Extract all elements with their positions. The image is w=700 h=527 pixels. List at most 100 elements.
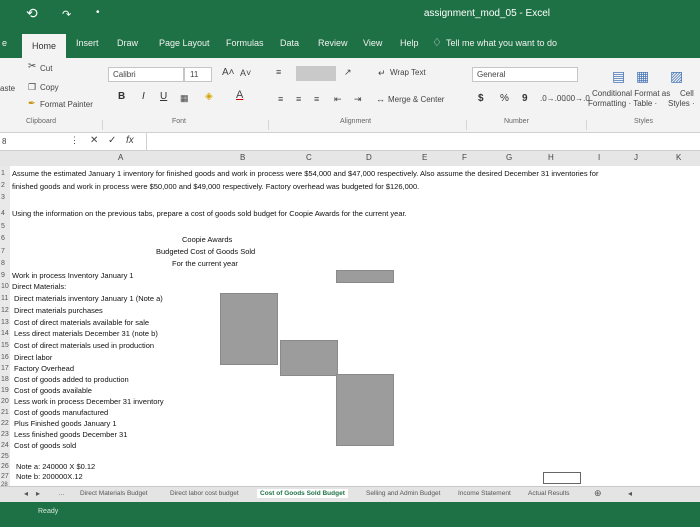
new-sheet-icon[interactable]: ⊕ [594,488,602,499]
scroll-tabs-left-icon[interactable]: ◂ [24,489,28,498]
horizontal-scroll-left-icon[interactable]: ◂ [628,489,632,498]
row-number[interactable]: 23 [1,431,9,438]
increase-indent-icon[interactable]: ⇥ [354,94,362,105]
save-icon[interactable]: ⟲ [26,5,38,22]
increase-decimal-icon[interactable]: .0→.00 [540,94,566,103]
row-number[interactable]: 9 [1,272,5,279]
shaded-cell-block[interactable] [280,340,338,376]
row-number[interactable]: 13 [1,319,9,326]
decrease-font-icon[interactable]: A˅ [240,68,251,78]
number-format-dropdown[interactable]: General [472,67,578,82]
row-number[interactable]: 17 [1,365,9,372]
tab-file[interactable]: e [2,38,7,48]
column-header[interactable]: F [462,153,467,162]
font-color-icon[interactable]: A [236,89,243,101]
cell-a19[interactable]: Cost of goods available [14,386,92,395]
cell-a18[interactable]: Cost of goods added to production [14,375,129,384]
copy-button[interactable]: Copy [40,83,59,92]
column-header[interactable]: J [634,153,638,162]
decrease-indent-icon[interactable]: ⇤ [334,94,342,105]
align-right-icon[interactable]: ≡ [314,94,319,104]
cell-a2[interactable]: finished goods and work in process were … [12,182,419,191]
row-number[interactable]: 7 [1,248,5,255]
tab-data[interactable]: Data [280,38,299,48]
fill-color-icon[interactable]: ◈ [205,91,213,102]
cell-a16[interactable]: Direct labor [14,353,52,362]
paste-button[interactable]: aste [0,84,15,93]
tab-formulas[interactable]: Formulas [226,38,264,48]
cell-styles-button[interactable]: Cell [680,89,694,98]
column-header[interactable]: A [118,153,123,162]
merge-center-button[interactable]: Merge & Center [388,95,444,104]
shaded-cell-block[interactable] [220,293,278,365]
more-tabs-icon[interactable]: … [58,490,65,497]
underline-button[interactable]: U [160,91,167,102]
row-number[interactable]: 15 [1,342,9,349]
cell-a24[interactable]: Cost of goods sold [14,441,76,450]
cell-a9[interactable]: Work in process Inventory January 1 [12,271,134,280]
column-header[interactable]: H [548,153,554,162]
tab-draw[interactable]: Draw [117,38,138,48]
align-left-icon[interactable]: ≡ [278,94,283,104]
cell-a12[interactable]: Direct materials purchases [14,306,103,315]
row-number[interactable]: 11 [1,295,8,302]
cell-period[interactable]: For the current year [172,259,238,268]
font-name-dropdown[interactable]: Calibri [108,67,184,82]
column-header[interactable]: B [240,153,245,162]
tab-help[interactable]: Help [400,38,419,48]
cancel-icon[interactable]: ✕ [90,135,98,146]
tab-insert[interactable]: Insert [76,38,99,48]
row-number[interactable]: 21 [1,409,9,416]
conditional-formatting-button[interactable]: Conditional Format as [592,89,670,98]
sheet-tab-direct-materials[interactable]: Direct Materials Budget [80,490,148,497]
tab-view[interactable]: View [363,38,382,48]
sheet-tab-cost-of-goods-sold[interactable]: Cost of Goods Sold Budget [257,489,348,498]
row-number[interactable]: 25 [1,453,9,460]
row-number[interactable]: 14 [1,330,9,337]
row-number[interactable]: 18 [1,376,9,383]
selected-cell[interactable] [543,472,581,484]
shaded-cell-block[interactable] [336,374,394,446]
cell-report-title[interactable]: Budgeted Cost of Goods Sold [156,247,255,256]
cell-a26[interactable]: Note a: 240000 X $0.12 [16,462,95,471]
increase-font-icon[interactable]: A˄ [222,67,235,78]
cell-a15[interactable]: Cost of direct materials used in product… [14,341,154,350]
row-number[interactable]: 4 [1,210,5,217]
row-number[interactable]: 27 [1,473,9,480]
bold-button[interactable]: B [118,91,125,102]
row-number[interactable]: 26 [1,463,9,470]
column-header[interactable]: E [422,153,427,162]
font-size-dropdown[interactable]: 11 [184,67,212,82]
sheet-tab-direct-labor[interactable]: Direct labor cost budget [170,490,239,497]
column-header[interactable]: K [676,153,681,162]
cell-a1[interactable]: Assume the estimated January 1 inventory… [12,169,598,178]
row-number[interactable]: 16 [1,354,9,361]
cell-a21[interactable]: Cost of goods manufactured [14,408,108,417]
sheet-tab-actual-results[interactable]: Actual Results [528,490,570,497]
cell-company-name[interactable]: Coopie Awards [182,235,232,244]
row-number[interactable]: 6 [1,235,5,242]
row-number[interactable]: 19 [1,387,9,394]
cell-styles-caret[interactable]: Styles · [668,99,695,108]
column-header[interactable]: C [306,153,312,162]
row-number[interactable]: 12 [1,307,9,314]
row-number[interactable]: 10 [1,283,9,290]
tell-me-search[interactable]: Tell me what you want to do [446,38,557,48]
cell-a22[interactable]: Plus Finished goods January 1 [14,419,117,428]
tab-page-layout[interactable]: Page Layout [159,38,210,48]
insert-function-icon[interactable]: fx [126,135,134,146]
cell-a13[interactable]: Cost of direct materials available for s… [14,318,149,327]
align-top-icon[interactable]: ≡ [276,67,281,77]
row-number[interactable]: 2 [1,182,5,189]
row-number[interactable]: 24 [1,442,9,449]
cell-a14[interactable]: Less direct materials December 31 (note … [14,329,158,338]
cell-a23[interactable]: Less finished goods December 31 [14,430,127,439]
worksheet-grid[interactable]: 1 2 3 4 5 6 7 8 9 10 11 12 13 14 15 16 1… [0,166,700,488]
currency-button[interactable]: $ [478,93,484,104]
row-number[interactable]: 22 [1,420,9,427]
orientation-icon[interactable]: ↗ [344,67,352,78]
align-middle-icon[interactable] [296,66,336,81]
cell-a20[interactable]: Less work in process December 31 invento… [14,397,164,406]
row-number[interactable]: 8 [1,260,5,267]
formula-input[interactable] [146,133,700,150]
